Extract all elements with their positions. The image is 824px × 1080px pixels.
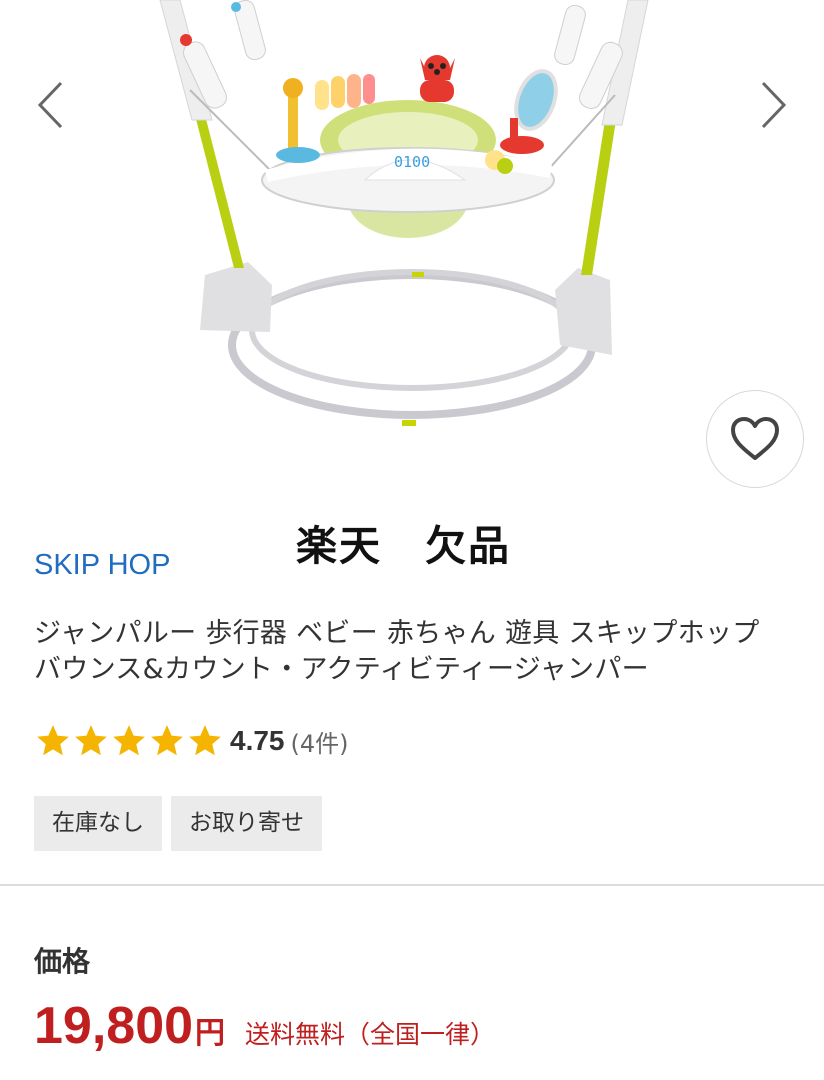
status-badge: お取り寄せ — [171, 796, 322, 851]
overlay-note: 楽天 欠品 — [296, 522, 511, 570]
image-gallery[interactable]: 0100 — [0, 0, 824, 488]
chevron-left-icon — [37, 81, 63, 129]
status-tags: 在庫なし お取り寄せ — [34, 796, 331, 851]
shipping-info: 送料無料（全国一律） — [245, 1020, 496, 1049]
brand-link[interactable]: SKIP HOP — [34, 549, 170, 582]
star-icon — [113, 725, 145, 756]
price-amount: 19,800 — [34, 997, 194, 1055]
divider — [0, 884, 824, 886]
product-image: 0100 — [159, 0, 649, 426]
review-count[interactable]: (4件) — [291, 724, 349, 759]
price-label: 価格 — [34, 945, 91, 978]
price-row: 19,800 円 送料無料（全国一律） — [34, 996, 495, 1056]
rating-value: 4.75 — [230, 725, 285, 756]
rating[interactable]: 4.75 (4件) — [34, 722, 349, 760]
heart-icon — [731, 417, 779, 460]
chevron-right-icon — [761, 81, 787, 129]
rating-stars — [34, 722, 224, 760]
star-icon — [37, 725, 69, 756]
status-badge: 在庫なし — [34, 796, 162, 851]
svg-text:0100: 0100 — [394, 153, 430, 171]
star-icon — [75, 725, 107, 756]
star-icon — [151, 725, 183, 756]
product-title: ジャンパルー 歩行器 ベビー 赤ちゃん 遊具 スキップホップ バウンス&カウント… — [34, 618, 760, 685]
prev-image-button[interactable] — [20, 70, 80, 140]
star-icon — [189, 725, 221, 756]
next-image-button[interactable] — [744, 70, 804, 140]
favorite-button[interactable] — [706, 390, 804, 488]
price-unit: 円 — [195, 1016, 226, 1051]
